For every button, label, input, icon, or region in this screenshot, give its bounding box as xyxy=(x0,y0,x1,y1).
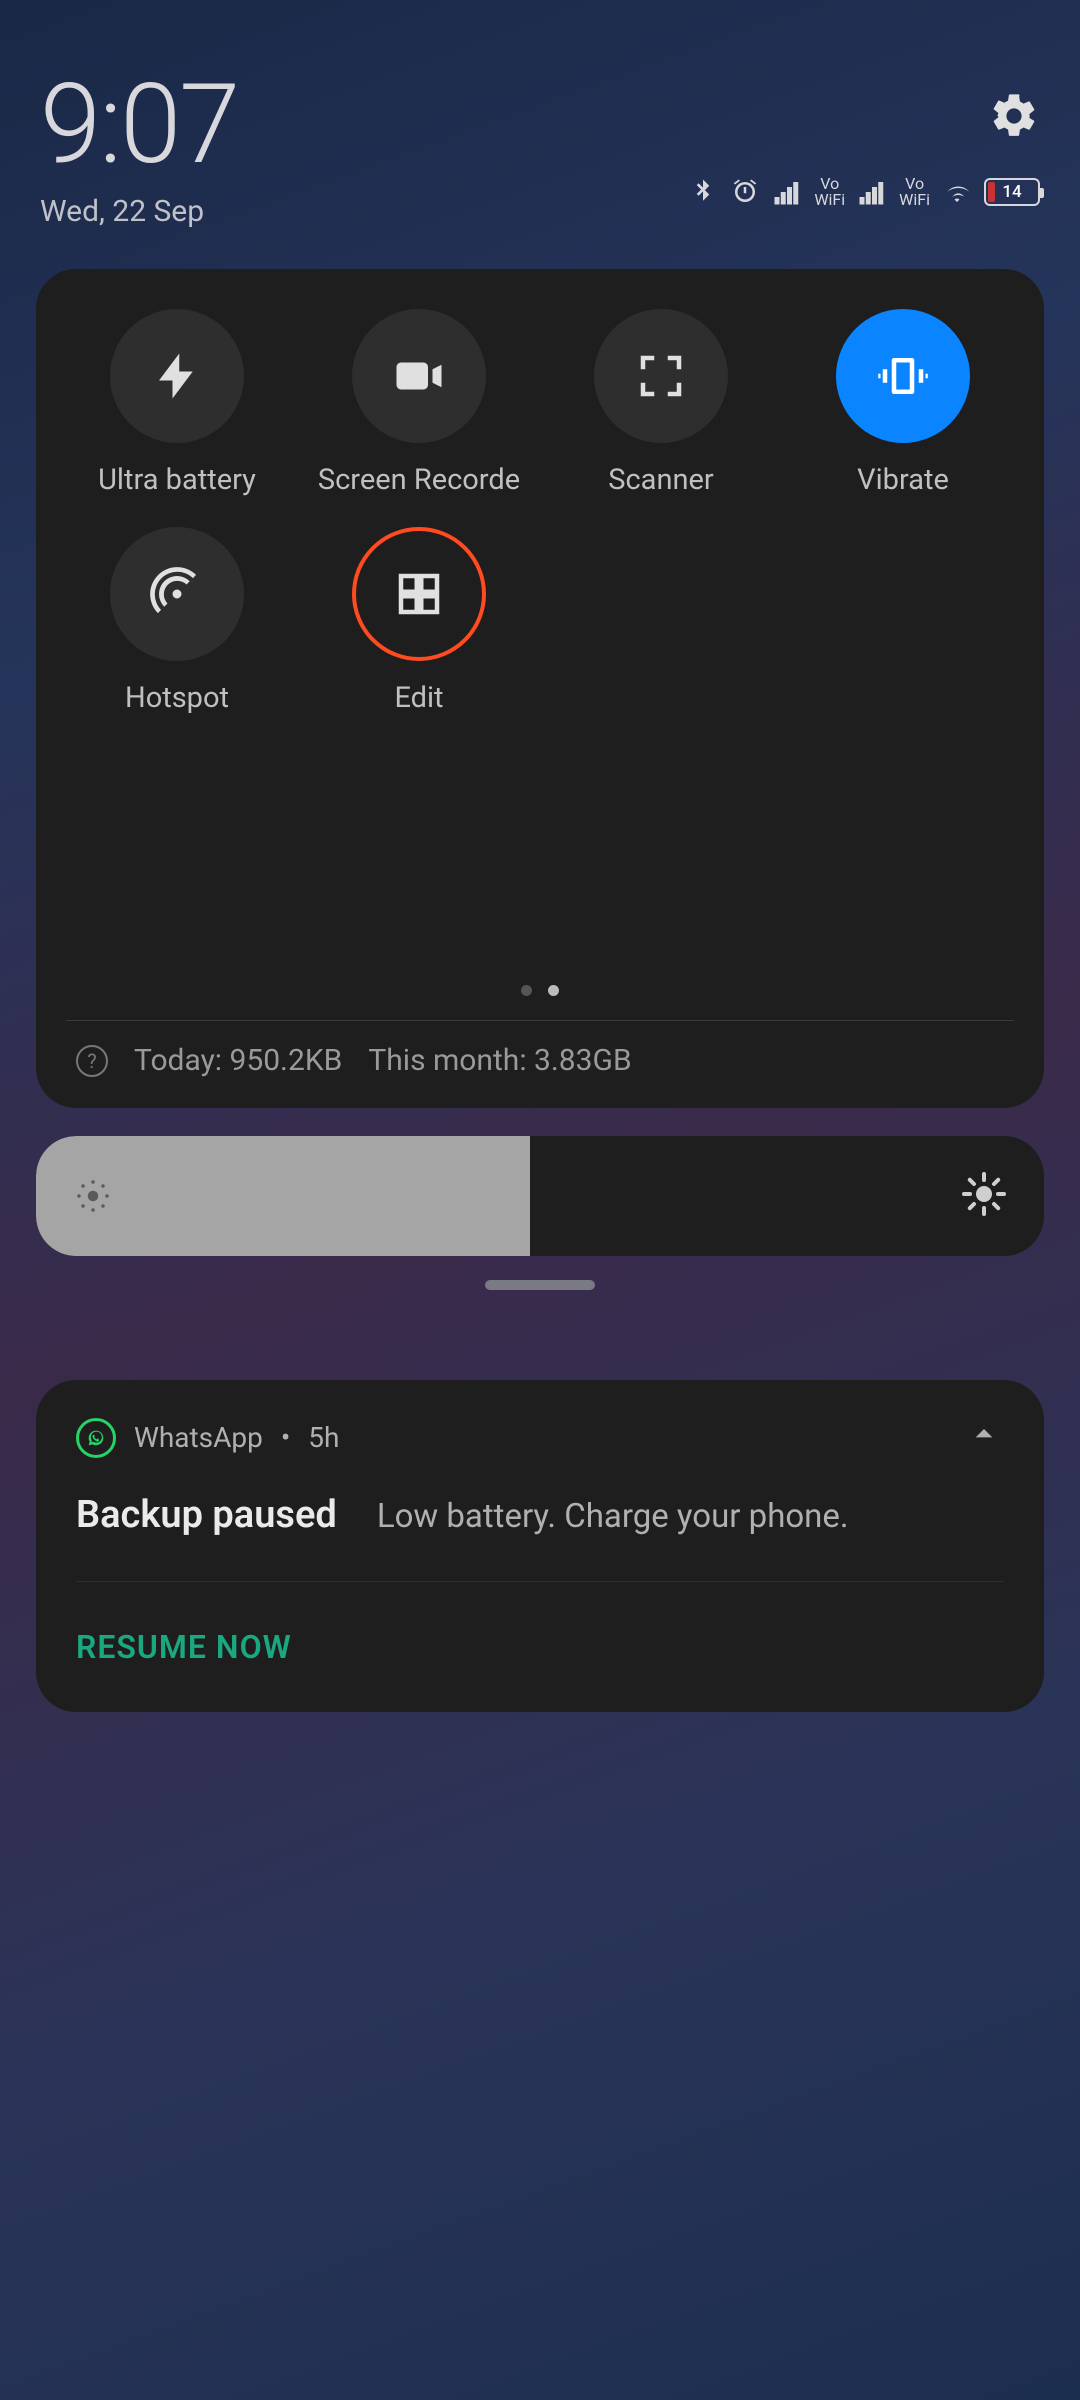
bluetooth-icon xyxy=(688,177,718,207)
brightness-high-icon xyxy=(960,1170,1008,1222)
scanner-icon xyxy=(634,349,688,403)
notification-card[interactable]: WhatsApp • 5h Backup paused Low battery.… xyxy=(36,1380,1044,1712)
tile-label: Vibrate xyxy=(857,463,949,497)
vowifi-icon: VoWiFi xyxy=(899,176,930,208)
settings-icon[interactable] xyxy=(988,90,1040,146)
notification-time: 5h xyxy=(308,1421,339,1454)
tile-edit[interactable]: Edit xyxy=(298,527,540,715)
resume-now-button[interactable]: RESUME NOW xyxy=(76,1628,1004,1666)
brightness-low-icon xyxy=(72,1175,114,1217)
tile-label: Scanner xyxy=(608,463,713,497)
time-block: 9:07 Wed, 22 Sep xyxy=(40,70,238,229)
collapse-icon[interactable] xyxy=(964,1414,1004,1461)
page-dot xyxy=(548,985,559,996)
page-dot xyxy=(521,985,532,996)
notification-header: WhatsApp • 5h xyxy=(76,1414,1004,1461)
signal-icon xyxy=(772,177,802,207)
tile-label: Edit xyxy=(394,681,443,715)
clock-date: Wed, 22 Sep xyxy=(40,194,238,229)
data-month: This month: 3.83GB xyxy=(368,1043,631,1078)
quick-settings-panel: Ultra battery Screen Recorde Scanner Vib… xyxy=(36,269,1044,1108)
notification-title: Backup paused xyxy=(76,1493,337,1537)
tile-label: Hotspot xyxy=(125,681,229,715)
brightness-slider[interactable] xyxy=(36,1136,1044,1256)
quick-settings-header: 9:07 Wed, 22 Sep VoWiFi VoWiFi 14 xyxy=(0,0,1080,249)
tile-label: Screen Recorde xyxy=(318,463,520,497)
clock-time: 9:07 xyxy=(40,70,238,180)
divider xyxy=(76,1581,1004,1582)
bolt-icon xyxy=(150,349,204,403)
tile-hotspot[interactable]: Hotspot xyxy=(56,527,298,715)
tile-label: Ultra battery xyxy=(98,463,256,497)
page-indicator[interactable] xyxy=(36,985,1044,996)
dot-separator: • xyxy=(281,1421,290,1454)
tile-vibrate[interactable]: Vibrate xyxy=(782,309,1024,497)
notification-body: Backup paused Low battery. Charge your p… xyxy=(76,1493,1004,1537)
notification-app-name: WhatsApp xyxy=(134,1421,263,1454)
vowifi-icon: VoWiFi xyxy=(814,176,845,208)
data-usage-row[interactable]: ? Today: 950.2KB This month: 3.83GB xyxy=(66,1020,1014,1084)
brightness-fill xyxy=(36,1136,530,1256)
battery-indicator: 14 xyxy=(984,178,1040,206)
grid-icon xyxy=(392,567,446,621)
data-today: Today: 950.2KB xyxy=(134,1043,342,1078)
panel-handle[interactable] xyxy=(485,1280,595,1290)
help-icon: ? xyxy=(76,1045,108,1077)
wifi-icon xyxy=(942,177,972,207)
hotspot-icon xyxy=(150,567,204,621)
tile-screen-recorder[interactable]: Screen Recorde xyxy=(298,309,540,497)
tile-scanner[interactable]: Scanner xyxy=(540,309,782,497)
whatsapp-icon xyxy=(76,1418,116,1458)
notification-text: Low battery. Charge your phone. xyxy=(377,1497,849,1536)
signal-icon xyxy=(857,177,887,207)
tile-ultra-battery[interactable]: Ultra battery xyxy=(56,309,298,497)
battery-percent: 14 xyxy=(1002,182,1021,202)
video-icon xyxy=(392,349,446,403)
vibrate-icon xyxy=(876,349,930,403)
status-bar-icons: VoWiFi VoWiFi 14 xyxy=(688,176,1040,208)
alarm-icon xyxy=(730,177,760,207)
